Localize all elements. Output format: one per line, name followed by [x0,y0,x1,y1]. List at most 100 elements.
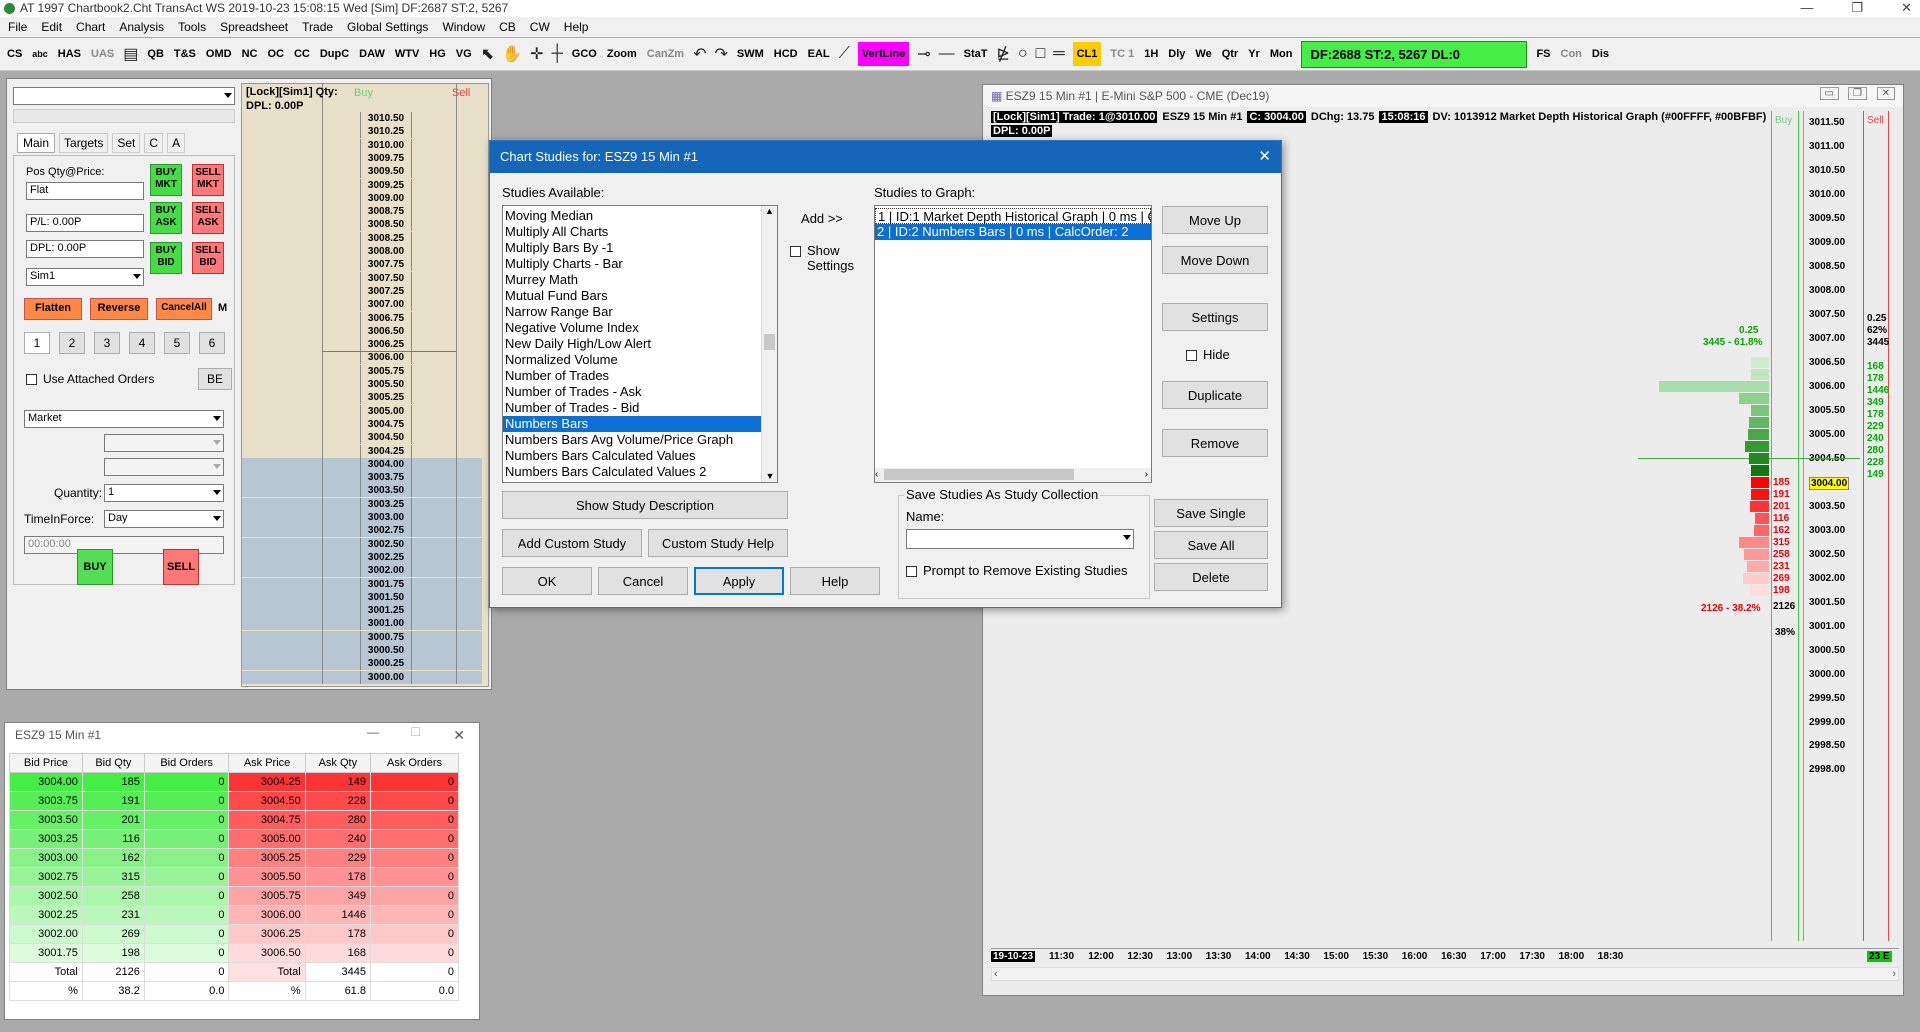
tb-hcd[interactable]: HCD [773,46,799,62]
price2-field[interactable] [104,458,224,476]
tb-wtv[interactable]: WTV [394,46,420,62]
depth-maximize-icon[interactable]: ☐ [410,725,421,739]
buy-button[interactable]: BUY [77,549,113,585]
tb-oc[interactable]: OC [266,46,285,62]
menu-chart[interactable]: Chart [76,20,105,34]
studies-to-graph-list[interactable]: 1 | ID:1 Market Depth Historical Graph |… [874,205,1152,483]
move-down-button[interactable]: Move Down [1162,246,1268,274]
hide-option[interactable]: Hide [1186,347,1230,362]
crosshair-alt-icon[interactable]: ┼ [551,45,562,63]
tb-vertline[interactable]: VertLine [857,42,910,66]
study-item[interactable]: Negative Volume Index [503,320,761,336]
cancel-button[interactable]: Cancel [598,567,688,595]
reverse-button[interactable]: Reverse [90,298,148,320]
be-button[interactable]: BE [198,368,232,390]
show-settings-checkbox[interactable] [790,246,801,257]
tb-con[interactable]: Con [1560,46,1583,62]
tb-tc1[interactable]: TC 1 [1109,46,1135,62]
ladder-row[interactable]: 3010.00 [242,138,482,152]
tb-qb[interactable]: QB [146,46,165,62]
ladder-row[interactable]: 3000.00 [242,670,482,684]
tab-set[interactable]: Set [112,133,141,153]
chart-hscrollbar[interactable]: ‹ › [991,967,1899,981]
ladder-row[interactable]: 3000.25 [242,657,482,671]
studies-scrollbar[interactable]: ▲ ▼ [761,206,777,482]
ladder-row[interactable]: 3006.25 [242,338,482,352]
redo-icon[interactable]: ↷ [714,44,727,64]
minimize-button[interactable]: — [1800,0,1813,16]
tab-c[interactable]: C [144,133,164,153]
sell-button[interactable]: SELL [163,549,199,585]
ladder-row[interactable]: 3001.50 [242,590,482,604]
undo-icon[interactable]: ↶ [693,44,706,64]
tb-daw[interactable]: DAW [358,46,386,62]
tab-targets[interactable]: Targets [59,133,109,153]
qty-preset-6[interactable]: 6 [199,332,225,354]
study-item[interactable]: Numbers Bars Avg Volume/Price Graph [503,432,761,448]
ladder-row[interactable]: 3009.00 [242,191,482,205]
study-item[interactable]: Multiply Charts - Bar [503,256,761,272]
study-item[interactable]: Numbers Bars [503,416,761,432]
ladder-row[interactable]: 3002.00 [242,564,482,578]
show-description-button[interactable]: Show Study Description [502,491,788,519]
scroll-right-icon[interactable]: › [1892,968,1896,980]
rectangle-icon[interactable]: □ [1036,45,1046,63]
remove-button[interactable]: Remove [1162,429,1268,457]
add-custom-study-button[interactable]: Add Custom Study [502,529,642,557]
ladder-row[interactable]: 3002.75 [242,524,482,538]
graph-scroll-thumb[interactable] [884,468,1075,480]
ladder-row[interactable]: 3002.50 [242,537,482,551]
ladder-row[interactable]: 3004.50 [242,431,482,445]
prompt-remove-checkbox[interactable] [906,566,917,578]
ladder-row[interactable]: 3006.75 [242,311,482,325]
tb-dis[interactable]: Dis [1591,46,1610,62]
ladder-row[interactable]: 3004.25 [242,444,482,458]
ladder-row[interactable]: 3007.50 [242,271,482,285]
ladder-row[interactable]: 3003.50 [242,484,482,498]
graph-scroll-right-icon[interactable]: › [1145,468,1148,481]
ladder-row[interactable]: 3005.75 [242,364,482,378]
tb-cs[interactable]: CS [6,46,23,62]
scroll-thumb[interactable] [764,334,775,350]
ladder-row[interactable]: 3010.25 [242,125,482,139]
sell-mkt-button[interactable]: SELL MKT [192,164,224,196]
custom-study-help-button[interactable]: Custom Study Help [648,529,788,557]
menu-help[interactable]: Help [564,20,589,34]
account-select[interactable]: Sim1 [26,268,144,286]
tb-swm[interactable]: SWM [736,46,765,62]
ladder-row[interactable]: 3003.75 [242,471,482,485]
cancel-all-button[interactable]: CancelAll [156,298,212,320]
qty-preset-5[interactable]: 5 [164,332,190,354]
study-item[interactable]: Number of Trades [503,368,761,384]
printer-icon[interactable]: ▤ [123,44,138,64]
study-item[interactable]: Numbers Bars Calculated Values 2 [503,464,761,480]
dialog-close-icon[interactable]: ✕ [1258,147,1271,165]
menu-trade[interactable]: Trade [302,20,333,34]
save-all-button[interactable]: Save All [1154,531,1268,559]
menu-file[interactable]: File [8,20,27,34]
ok-button[interactable]: OK [502,567,592,595]
ladder-row[interactable]: 3005.00 [242,404,482,418]
ladder-row[interactable]: 3002.25 [242,550,482,564]
tb-vg[interactable]: VG [455,46,473,62]
ladder-row[interactable]: 3005.50 [242,378,482,391]
ellipse-icon[interactable]: ○ [1018,45,1028,63]
ladder-row[interactable]: 3006.50 [242,324,482,338]
apply-button[interactable]: Apply [694,567,784,595]
tb-gco[interactable]: GCO [571,46,598,62]
maximize-button[interactable]: ❐ [1851,0,1863,16]
study-item[interactable]: Number of Trades - Ask [503,384,761,400]
study-item[interactable]: Multiply Bars By -1 [503,240,761,256]
study-item[interactable]: Mutual Fund Bars [503,288,761,304]
tb-eal[interactable]: EAL [807,46,831,62]
ladder-row[interactable]: 3009.75 [242,151,482,165]
flatten-button[interactable]: Flatten [24,298,82,320]
tb-ts[interactable]: T&S [173,46,197,62]
ladder-row[interactable]: 3005.25 [242,391,482,405]
ladder-row[interactable]: 3007.25 [242,284,482,298]
study-item[interactable]: Multiply All Charts [503,224,761,240]
hide-checkbox[interactable] [1186,350,1197,362]
menu-global-settings[interactable]: Global Settings [347,20,428,34]
add-button[interactable]: Add >> [787,205,857,233]
ladder-row[interactable]: 3003.00 [242,511,482,524]
